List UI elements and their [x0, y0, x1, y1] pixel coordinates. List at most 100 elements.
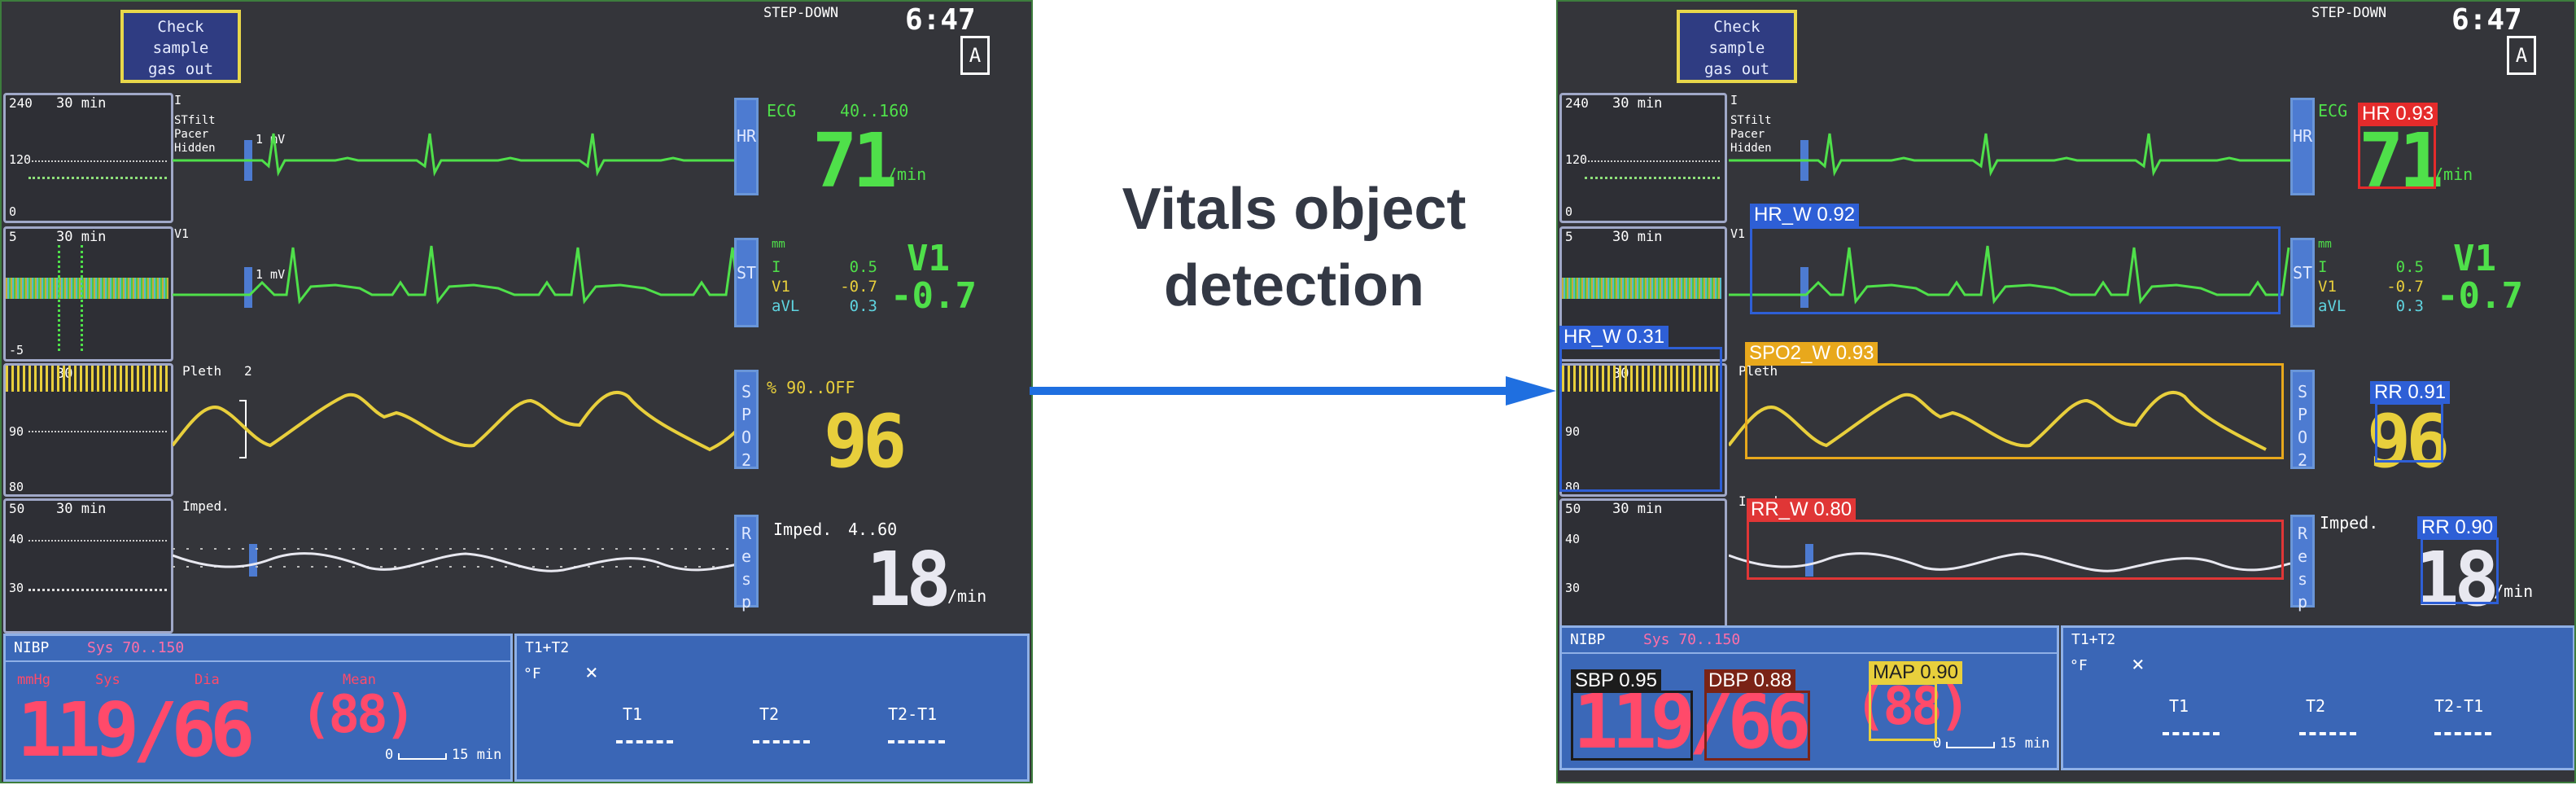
- st-value: 0.3: [849, 297, 877, 315]
- ecg-waveform: [173, 133, 734, 181]
- alert-line: sample: [152, 39, 209, 57]
- trend-line: [1585, 177, 1720, 179]
- spo2-chip[interactable]: SPO2: [2290, 370, 2315, 470]
- detection-label-spo2-w: SPO2_W 0.93: [1745, 342, 1878, 365]
- trend-scale: 240: [9, 95, 33, 111]
- alert-message[interactable]: Check sample gas out: [120, 10, 241, 83]
- alert-line: Check: [1713, 18, 1760, 36]
- alert-line: gas out: [147, 60, 214, 78]
- alarm-off-icon: ⨯: [2132, 652, 2145, 677]
- trend-gridline: [28, 431, 167, 432]
- hr-trend-panel[interactable]: 240 30 min 120 0: [1559, 93, 1727, 223]
- trend-mid: 120: [1565, 152, 1588, 167]
- trend-period: 30 min: [56, 95, 107, 112]
- temperature-panel[interactable]: T1+T2 °F ⨯ T1 T2 T2-T1: [514, 634, 1030, 782]
- trend-mid: 40: [1565, 532, 1581, 546]
- imped-numeric-label: Imped.: [773, 520, 833, 539]
- spo2-chip-label: SPO2: [741, 382, 752, 470]
- trend-scale: 5: [9, 229, 17, 244]
- ecg-lead-label: I: [1730, 93, 1738, 107]
- resp-trend-panel[interactable]: 50 30 min 40 30: [1559, 498, 1727, 634]
- temp-title: T1+T2: [2071, 631, 2116, 648]
- t2-t1-value-dashes: [888, 740, 945, 743]
- st-chip[interactable]: ST: [2290, 238, 2315, 327]
- temp-unit: °F: [523, 665, 541, 682]
- nibp-panel[interactable]: NIBP Sys 70..150 mmHg Sys Dia Mean 119/6…: [3, 634, 513, 782]
- t2-t1-value-dashes: [2434, 732, 2491, 735]
- st-values: 0.5 -0.7 0.3: [840, 257, 877, 316]
- resp-trend-panel[interactable]: 50 30 min 40 30: [3, 498, 173, 634]
- t1-label: T1: [2169, 696, 2189, 716]
- resp-waveform: [173, 544, 742, 577]
- detection-label-sbp: SBP 0.95: [1571, 669, 1661, 692]
- t1-value-dashes: [2163, 732, 2220, 735]
- st-value: 0.3: [2395, 297, 2424, 315]
- ecg-lead-label: I: [174, 93, 182, 107]
- trend-band: [1562, 278, 1721, 299]
- trend-mid: 40: [9, 532, 24, 546]
- trend-gridline: [28, 160, 167, 162]
- st-main-value: -0.7: [890, 275, 977, 317]
- battery-icon: A: [960, 36, 990, 75]
- unit-label: STEP-DOWN: [763, 5, 839, 21]
- ecg-label: ECG: [2318, 101, 2348, 121]
- nibp-mean-value: (88): [300, 685, 416, 745]
- st-lead: I: [772, 258, 781, 276]
- nibp-value: 119/66: [17, 686, 255, 774]
- resp-chip-label: Resp: [2297, 524, 2308, 612]
- center-title-line: Vitals object: [1122, 177, 1467, 242]
- st-main-value: -0.7: [2437, 275, 2523, 317]
- hr-trend-panel[interactable]: 240 30 min 120 0: [3, 93, 173, 223]
- trend-period: 30 min: [56, 501, 107, 517]
- st-lead: V1: [772, 278, 790, 296]
- resp-chip[interactable]: Resp: [2290, 515, 2315, 612]
- trend-scale: 5: [1565, 229, 1573, 244]
- t2-label: T2: [759, 704, 780, 724]
- st-lead: aVL: [772, 297, 800, 315]
- st-leads: I V1 aVL: [772, 257, 799, 316]
- st-chip[interactable]: ST: [734, 238, 759, 327]
- spo2-chip[interactable]: SPO2: [734, 370, 759, 470]
- alert-line: sample: [1708, 39, 1765, 57]
- detection-label-hr: HR 0.93: [2358, 103, 2438, 125]
- hr-value: 71: [812, 117, 898, 204]
- trend-mid: 90: [9, 424, 24, 439]
- resp-chip[interactable]: Resp: [734, 515, 759, 612]
- st-lead: I: [2318, 258, 2328, 276]
- battery-icon: A: [2507, 36, 2536, 75]
- detection-label-hr-w2: HR_W 0.31: [1559, 326, 1669, 349]
- alert-message[interactable]: Check sample gas out: [1677, 10, 1797, 83]
- ecg-label: ECG: [767, 101, 797, 121]
- alert-line: Check: [157, 18, 204, 36]
- st-trend-panel[interactable]: 5 30 min -5: [3, 226, 173, 362]
- battery-label: A: [969, 44, 982, 67]
- center-title-line: detection: [1163, 253, 1425, 318]
- trend-line: [28, 177, 167, 179]
- hr-chip[interactable]: HR: [734, 98, 759, 195]
- spo2-value: 96: [824, 399, 907, 485]
- detection-box-rr2: [2421, 537, 2499, 604]
- detection-label-rr2: RR 0.90: [2417, 516, 2498, 539]
- st-value: 0.5: [849, 258, 877, 276]
- t1-value-dashes: [616, 740, 673, 743]
- detection-box-spo2-w: [1745, 363, 2284, 459]
- alert-line: gas out: [1703, 60, 1770, 78]
- t1-label: T1: [623, 704, 643, 724]
- rr-unit: /min: [2494, 581, 2534, 601]
- trend-mid: 120: [9, 152, 32, 167]
- trend-bottom: 0: [1565, 204, 1573, 219]
- st-main-lead: V1: [2453, 238, 2496, 279]
- imped-label: Imped.: [182, 498, 230, 514]
- resp-chip-label: Resp: [741, 524, 752, 612]
- st-main-lead: V1: [907, 238, 950, 279]
- t2-t1-label: T2-T1: [888, 704, 938, 724]
- spo2-trend-panel[interactable]: 30 90 80: [3, 363, 173, 497]
- temp-unit: °F: [2070, 657, 2088, 674]
- spo2-waveform: [173, 391, 742, 458]
- temperature-panel[interactable]: T1+T2 °F ⨯ T1 T2 T2-T1: [2061, 625, 2574, 770]
- hr-chip[interactable]: HR: [2290, 98, 2315, 195]
- detection-label-dbp: DBP 0.88: [1704, 669, 1796, 692]
- detection-label-rr-w: RR_W 0.80: [1747, 498, 1857, 521]
- detection-box-dbp: [1704, 691, 1810, 761]
- monitor-screen-original: Check sample gas out STEP-DOWN 6:47 A 24…: [0, 0, 1033, 783]
